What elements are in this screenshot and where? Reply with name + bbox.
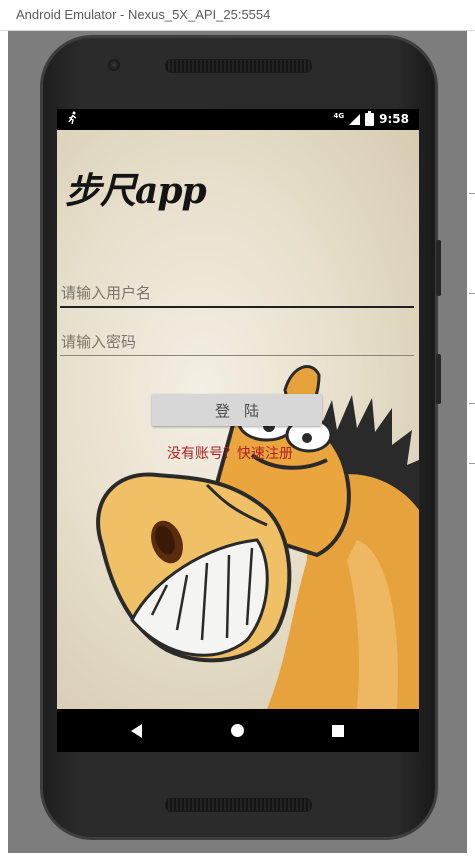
username-input[interactable] <box>60 280 414 308</box>
status-time: 9:58 <box>379 112 409 126</box>
recents-button[interactable] <box>308 709 368 752</box>
register-link[interactable]: 没有账号？快速注册 <box>167 443 293 463</box>
battery-icon <box>365 110 375 126</box>
login-button[interactable]: 登陆 <box>152 394 322 426</box>
signal-icon <box>349 113 361 125</box>
status-bar: 4G 9:58 <box>57 109 419 130</box>
emulator-window-title: Android Emulator - Nexus_5X_API_25:5554 <box>16 7 271 22</box>
bottom-speaker <box>165 798 312 812</box>
top-speaker <box>165 59 312 73</box>
app-logo: 步尺app <box>65 170 207 212</box>
phone-screen: 4G 9:58 步尺app 请输入用户名 登陆 没有账号？快速注册 <box>57 109 419 752</box>
front-camera <box>108 59 120 71</box>
login-screen: 步尺app 登陆 没有账号？快速注册 <box>57 130 419 709</box>
volume-button[interactable] <box>436 240 441 296</box>
emulator-title-bar[interactable]: Android Emulator - Nexus_5X_API_25:5554 <box>0 0 475 31</box>
home-icon <box>230 724 244 737</box>
network-type: 4G <box>333 111 345 120</box>
background-window-edge <box>467 31 475 859</box>
back-icon <box>130 723 142 738</box>
home-button[interactable] <box>207 709 267 752</box>
power-button[interactable] <box>436 354 441 404</box>
back-button[interactable] <box>106 709 166 752</box>
recents-icon <box>332 724 344 737</box>
password-input[interactable] <box>60 328 414 356</box>
running-man-icon <box>67 111 79 127</box>
navigation-bar <box>57 709 419 752</box>
